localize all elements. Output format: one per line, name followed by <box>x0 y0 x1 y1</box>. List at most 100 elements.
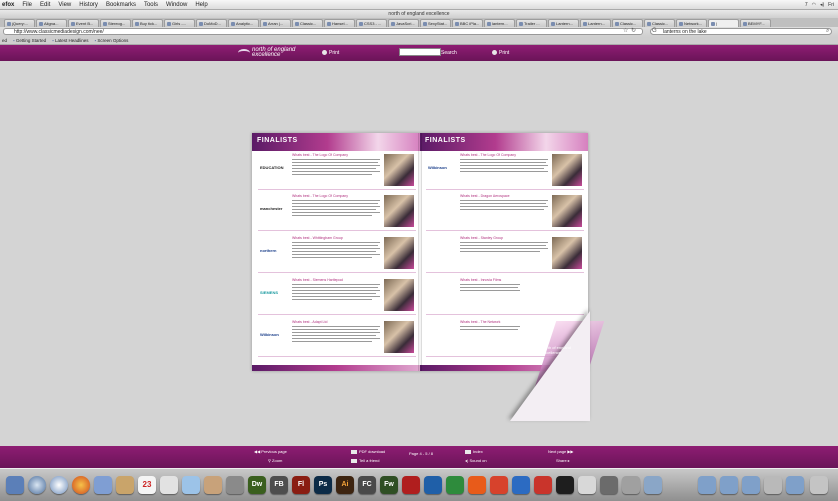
clock-day[interactable]: Fri <box>828 2 834 8</box>
menu-help[interactable]: Help <box>191 2 211 8</box>
tab[interactable]: Stereog... <box>100 19 131 27</box>
applications-folder-icon[interactable] <box>742 476 760 494</box>
bookmark-collapsed-icon[interactable]: ed <box>2 37 7 44</box>
tab[interactable]: Trailer ... <box>516 19 547 27</box>
flash-icon[interactable]: Fl <box>292 476 310 494</box>
tab[interactable]: Analytic... <box>228 19 259 27</box>
bookmark-getting-started[interactable]: Getting Started <box>13 37 46 44</box>
stack-icon[interactable] <box>764 476 782 494</box>
url-field[interactable]: http://www.classicmediadesign.com/nee/ <box>3 28 643 35</box>
search-input[interactable]: lanterns on the lake <box>650 28 832 35</box>
system-preferences-icon[interactable] <box>578 476 596 494</box>
reload-icon[interactable]: ↻ <box>631 28 636 35</box>
tab[interactable]: BEMYF... <box>740 19 771 27</box>
tab[interactable]: Buy tick... <box>132 19 163 27</box>
acrobat-icon[interactable] <box>402 476 420 494</box>
sound-toggle[interactable]: ◂) Sound on <box>465 458 487 463</box>
menu-window[interactable]: Window <box>162 2 191 8</box>
menu-history[interactable]: History <box>75 2 102 8</box>
tab[interactable]: Arran |... <box>260 19 291 27</box>
excel-icon[interactable] <box>446 476 464 494</box>
menu-bookmarks[interactable]: Bookmarks <box>102 2 140 8</box>
illustrator-icon[interactable]: Ai <box>336 476 354 494</box>
tab[interactable]: Network... <box>676 19 707 27</box>
photoshop-icon[interactable]: Ps <box>314 476 332 494</box>
trash-icon[interactable] <box>810 476 828 494</box>
pdf-download-button[interactable]: PDF download <box>351 449 385 454</box>
firefox-icon[interactable] <box>72 476 90 494</box>
bookmark-latest-headlines[interactable]: Latest Headlines <box>52 37 89 44</box>
preview-icon[interactable] <box>160 476 178 494</box>
tab[interactable]: Lantern... <box>580 19 611 27</box>
calendar-icon[interactable]: 23 <box>138 476 156 494</box>
iphoto-icon[interactable] <box>204 476 222 494</box>
tab[interactable]: Classic... <box>644 19 675 27</box>
site-search-input[interactable] <box>399 48 441 56</box>
zoom-button[interactable]: ⚲ Zoom <box>268 458 282 463</box>
powerpoint-icon[interactable] <box>468 476 486 494</box>
wifi-icon[interactable]: ◠ <box>812 2 816 8</box>
print-link[interactable]: Print <box>322 50 339 56</box>
tab[interactable]: BBC iPla... <box>452 19 483 27</box>
itunes-icon[interactable] <box>182 476 200 494</box>
tab[interactable]: Classic... <box>292 19 323 27</box>
volume-icon[interactable]: ◂) <box>820 2 824 8</box>
left-page[interactable]: FINALISTS Whats best - The Logo Of Compa… <box>252 133 420 371</box>
word-icon[interactable] <box>424 476 442 494</box>
activity-monitor-icon[interactable] <box>622 476 640 494</box>
downloads-folder-icon[interactable] <box>698 476 716 494</box>
bookmark-screen-options[interactable]: Screen Options <box>95 37 128 44</box>
previous-page-button[interactable]: ◀◀ Previous page <box>254 449 287 454</box>
tab[interactable]: Hansel... <box>324 19 355 27</box>
tab[interactable]: Lantern... <box>548 19 579 27</box>
dreamweaver-icon[interactable]: Dw <box>248 476 266 494</box>
flash-builder-icon[interactable]: FB <box>270 476 288 494</box>
spotify-icon[interactable] <box>556 476 574 494</box>
fireworks-icon[interactable]: Fw <box>380 476 398 494</box>
tab[interactable]: Aligna... <box>36 19 67 27</box>
tell-a-friend-button[interactable]: Tell a friend <box>351 458 379 463</box>
search-engine-icon[interactable]: G <box>652 28 657 35</box>
flipbook[interactable]: FINALISTS Whats best - The Logo Of Compa… <box>252 133 605 421</box>
tab[interactable]: Girls -... <box>164 19 195 27</box>
tab[interactable]: jQuery:... <box>4 19 35 27</box>
mail-icon[interactable] <box>94 476 112 494</box>
index-button[interactable]: Index <box>465 449 483 454</box>
bookmark-star-icon[interactable]: ☆ <box>623 28 628 35</box>
app-menu[interactable]: efox <box>0 2 18 8</box>
terminal-icon[interactable] <box>600 476 618 494</box>
dashboard-icon[interactable] <box>28 476 46 494</box>
tab-active[interactable]: | <box>708 19 739 27</box>
menu-file[interactable]: File <box>18 2 36 8</box>
app-store-icon[interactable] <box>644 476 662 494</box>
skype-icon[interactable] <box>512 476 530 494</box>
stumble-icon[interactable] <box>490 476 508 494</box>
menu-tools[interactable]: Tools <box>140 2 162 8</box>
search-icon[interactable]: ⌕ <box>826 28 829 35</box>
flash-catalyst-icon[interactable]: FC <box>358 476 376 494</box>
tab[interactable]: CSS3 - ... <box>356 19 387 27</box>
tab[interactable]: Classic... <box>612 19 643 27</box>
pinterest-icon[interactable] <box>534 476 552 494</box>
next-page-button[interactable]: Next page ▶▶ <box>548 449 574 454</box>
tab[interactable]: Event B... <box>68 19 99 27</box>
site-search-button[interactable]: Search <box>441 50 457 56</box>
tab[interactable]: SexyStat... <box>420 19 451 27</box>
status-badge-count[interactable]: 7 <box>805 2 808 8</box>
safari-icon[interactable] <box>50 476 68 494</box>
print-icon <box>322 50 327 56</box>
menu-view[interactable]: View <box>54 2 75 8</box>
time-machine-icon[interactable] <box>226 476 244 494</box>
tab[interactable]: DoMoD... <box>196 19 227 27</box>
address-book-icon[interactable] <box>116 476 134 494</box>
documents-folder-icon[interactable] <box>720 476 738 494</box>
print-link-2[interactable]: Print <box>492 50 509 56</box>
finder-icon[interactable] <box>6 476 24 494</box>
site-logo[interactable]: north of england excellence <box>238 47 295 58</box>
tab[interactable]: lantern... <box>484 19 515 27</box>
page-curl-corner[interactable] <box>510 311 590 421</box>
share-button[interactable]: Share ▸ <box>556 458 570 463</box>
tab[interactable]: JavaScri... <box>388 19 419 27</box>
menu-edit[interactable]: Edit <box>36 2 54 8</box>
folder-icon[interactable] <box>786 476 804 494</box>
